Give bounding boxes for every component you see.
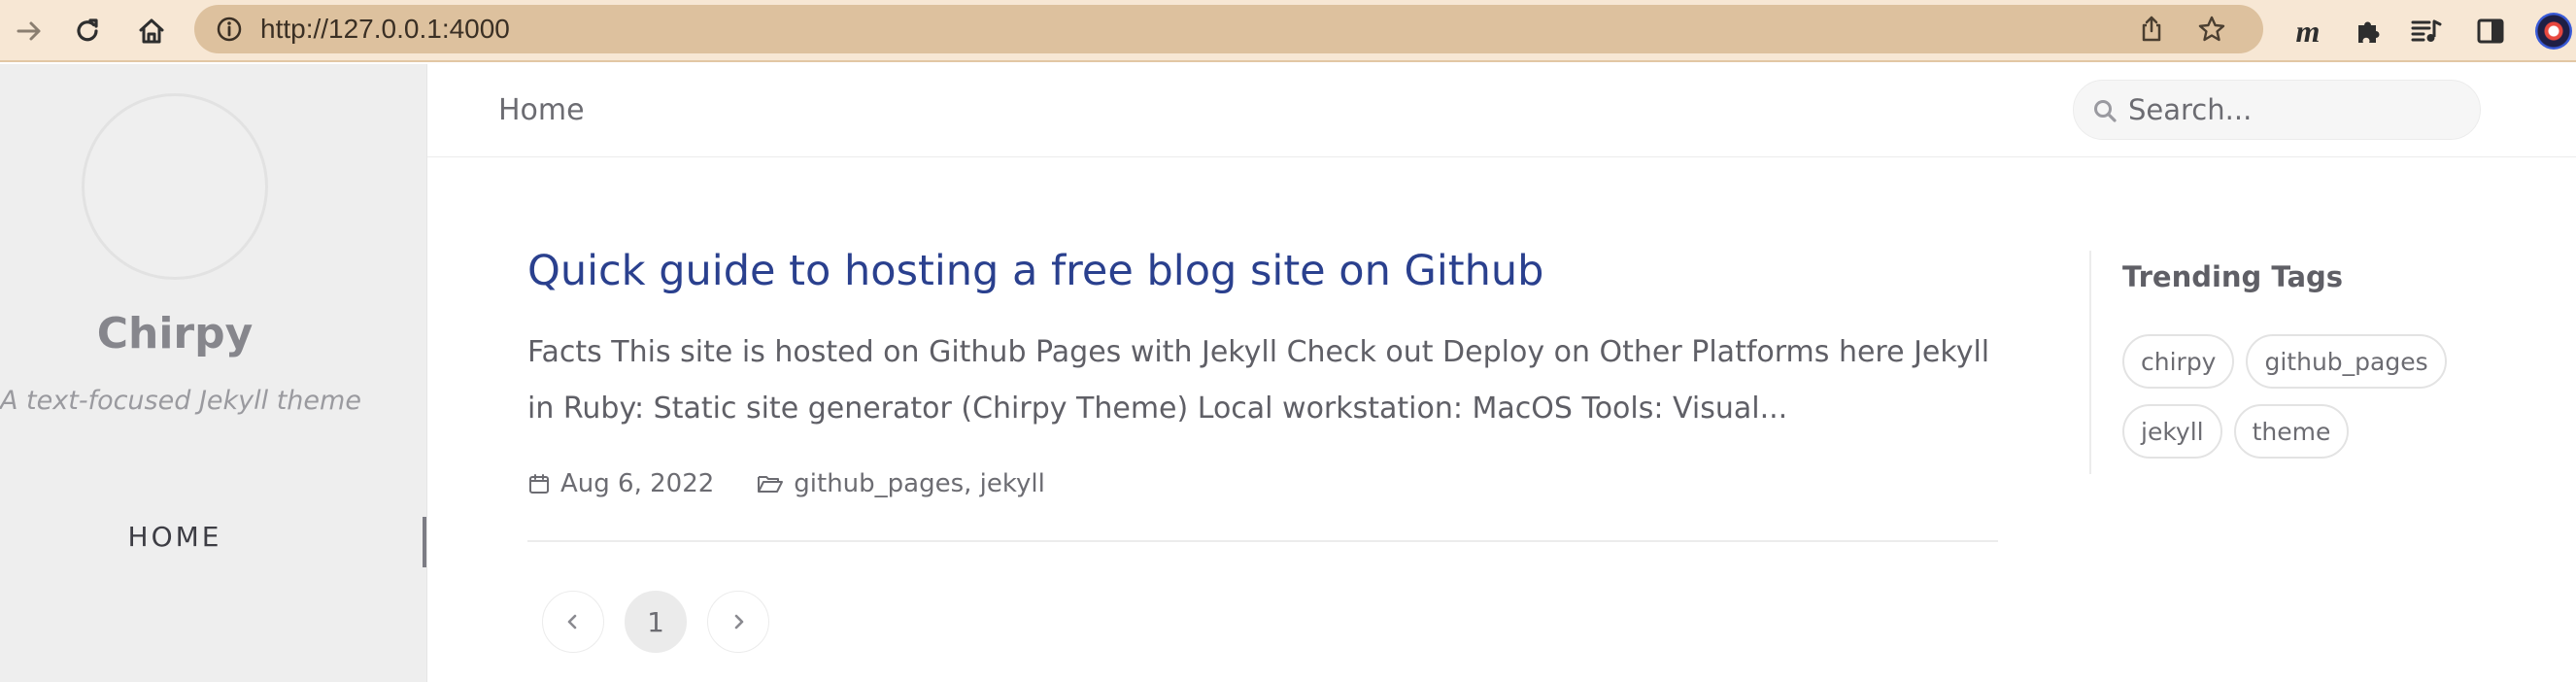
tag-github-pages[interactable]: github_pages — [2246, 334, 2447, 389]
search-input[interactable] — [2128, 88, 2458, 131]
tag-chirpy[interactable]: chirpy — [2122, 334, 2235, 389]
tag-theme[interactable]: theme — [2233, 404, 2350, 459]
active-nav-indicator — [423, 517, 426, 567]
post-divider — [527, 540, 1998, 542]
profile-avatar[interactable] — [2535, 13, 2572, 50]
forward-arrow-icon — [17, 21, 41, 41]
search-icon — [2089, 95, 2120, 126]
panel-divider — [2089, 251, 2091, 474]
post-meta: Aug 6, 2022 github_pages, jekyll — [527, 466, 1045, 501]
side-panel-button[interactable] — [2467, 8, 2514, 54]
trending-tags-list: chirpy github_pages jekyll theme — [2122, 334, 2550, 459]
next-page-button[interactable] — [707, 591, 769, 653]
extension-m-button[interactable]: m — [2285, 8, 2331, 54]
topbar: Home — [427, 64, 2576, 157]
media-control-button[interactable] — [2403, 8, 2450, 54]
site-title[interactable]: Chirpy — [0, 309, 350, 358]
extension-m-icon: m — [2295, 14, 2321, 49]
site-subtitle: A text-focused Jekyll theme — [0, 386, 361, 416]
url-text[interactable]: http://127.0.0.1:4000 — [260, 5, 510, 53]
media-control-icon — [2411, 19, 2442, 42]
extensions-button[interactable] — [2345, 8, 2391, 54]
share-icon[interactable] — [2136, 14, 2167, 45]
post-date: Aug 6, 2022 — [560, 469, 715, 498]
folder-open-icon — [757, 472, 784, 495]
breadcrumb: Home — [498, 93, 585, 127]
post-excerpt: Facts This site is hosted on Github Page… — [527, 335, 1990, 426]
tag-jekyll[interactable]: jekyll — [2122, 404, 2222, 459]
browser-toolbar: http://127.0.0.1:4000 m — [0, 0, 2576, 62]
reload-button[interactable] — [64, 8, 111, 54]
bookmark-star-icon[interactable] — [2196, 14, 2227, 45]
calendar-icon — [527, 472, 551, 495]
chevron-left-icon — [567, 614, 577, 630]
side-panel-icon — [2477, 18, 2504, 44]
post-title-link[interactable]: Quick guide to hosting a free blog site … — [527, 247, 1543, 295]
address-bar[interactable]: http://127.0.0.1:4000 — [194, 5, 2263, 53]
site-info-icon[interactable] — [214, 14, 245, 45]
reload-icon — [77, 18, 98, 42]
page-number-button[interactable]: 1 — [625, 591, 687, 653]
extensions-puzzle-icon — [2358, 21, 2380, 43]
sidebar-item-home[interactable]: HOME — [0, 521, 350, 553]
prev-page-button[interactable] — [542, 591, 604, 653]
home-button[interactable] — [128, 8, 175, 54]
avatar[interactable] — [82, 93, 268, 280]
home-icon — [139, 18, 164, 44]
trending-tags-heading: Trending Tags — [2122, 260, 2344, 293]
search-box[interactable] — [2073, 80, 2481, 140]
forward-button[interactable] — [6, 8, 52, 54]
post-categories[interactable]: github_pages, jekyll — [794, 469, 1045, 498]
chevron-right-icon — [734, 614, 744, 630]
